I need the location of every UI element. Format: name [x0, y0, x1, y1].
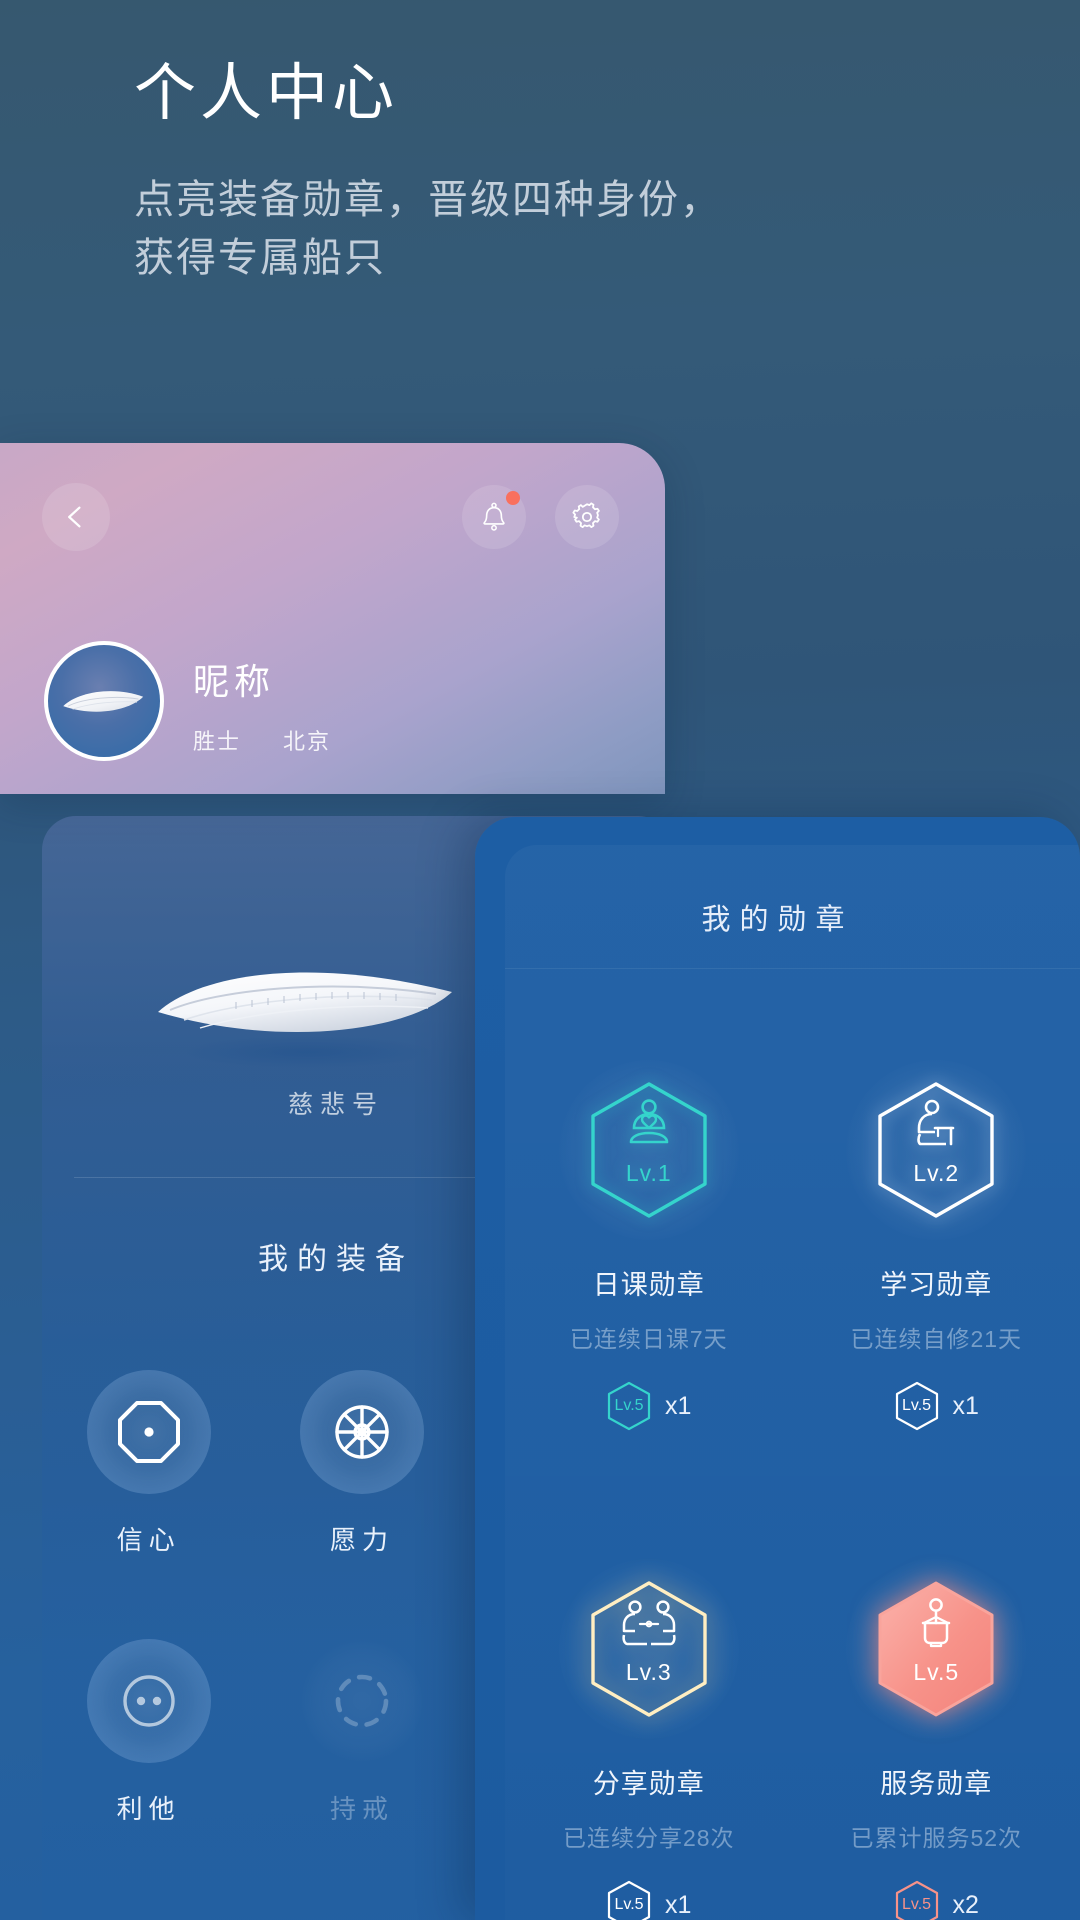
medal-description: 已连续日课7天 — [569, 1326, 728, 1352]
medal-hex: Lv.3 — [585, 1578, 713, 1720]
page-subtitle: 点亮装备勋章，晋级四种身份， 获得专属船只 — [134, 171, 934, 287]
equipment-label: 信心 — [116, 1525, 181, 1555]
equipment-item-precepts[interactable]: 持戒 — [255, 1639, 468, 1826]
subtitle-line-1: 点亮装备勋章，晋级四种身份， — [134, 178, 722, 223]
gear-icon — [572, 502, 600, 529]
dharma-wheel-icon — [335, 1405, 389, 1459]
avatar[interactable] — [44, 641, 164, 761]
medal-count: x1 — [952, 1391, 979, 1420]
medal-item-study[interactable]: Lv.2 学习勋章 已连续自修21天 Lv.5 x1 — [793, 1055, 1080, 1432]
medal-name: 日课勋章 — [592, 1270, 705, 1300]
medal-hex: Lv.1 — [585, 1079, 713, 1221]
medal-count: x1 — [665, 1391, 692, 1420]
medal-item-daily[interactable]: Lv.1 日课勋章 已连续日课7天 Lv.5 x1 — [505, 1055, 793, 1432]
equipment-label: 愿力 — [329, 1525, 394, 1555]
medals-divider — [505, 968, 1080, 969]
notifications-button[interactable] — [462, 485, 526, 549]
equipment-item-altruism[interactable]: 利他 — [42, 1639, 255, 1826]
medals-section-title: 我的勋章 — [701, 904, 854, 936]
hero-block: 个人中心 点亮装备勋章，晋级四种身份， 获得专属船只 — [134, 58, 934, 287]
medal-count: x1 — [665, 1890, 692, 1919]
mini-hexagon-icon: Lv.5 — [606, 1380, 652, 1432]
medal-level: Lv.2 — [913, 1159, 960, 1186]
octagon-dot-icon — [117, 1401, 180, 1463]
equipment-label: 持戒 — [329, 1794, 394, 1824]
mini-hexagon-icon: Lv.5 — [894, 1380, 940, 1432]
notification-badge-dot — [506, 491, 520, 505]
profile-city: 北京 — [283, 729, 332, 754]
medal-hex-wrap: Lv.1 — [554, 1055, 744, 1245]
profile-title-tag: 胜士 — [193, 729, 242, 754]
medal-description: 已累计服务52次 — [850, 1825, 1023, 1851]
medal-reward: Lv.5 x1 — [606, 1879, 691, 1920]
settings-button[interactable] — [555, 485, 619, 549]
equipment-item-vow[interactable]: 愿力 — [255, 1370, 468, 1557]
mini-hex-level: Lv.5 — [614, 1397, 644, 1414]
equipment-icon-wrap — [299, 1639, 424, 1763]
medals-grid: Lv.1 日课勋章 已连续日课7天 Lv.5 x1 Lv.2 学习勋章 已连续自… — [505, 1055, 1080, 1920]
medal-name: 学习勋章 — [880, 1270, 993, 1300]
page-title: 个人中心 — [134, 59, 399, 128]
mini-hex-level: Lv.5 — [614, 1896, 644, 1913]
medal-hex-wrap: Lv.3 — [554, 1554, 744, 1744]
person-desk-icon — [917, 1099, 955, 1145]
medal-level: Lv.1 — [625, 1159, 672, 1186]
medal-reward: Lv.5 x1 — [606, 1380, 691, 1432]
medal-reward: Lv.5 x2 — [894, 1879, 979, 1920]
subtitle-line-2: 获得专属船只 — [134, 236, 386, 281]
page-root: 个人中心 点亮装备勋章，晋级四种身份， 获得专属船只 昵称 胜士 北京 慈悲号 … — [0, 0, 1080, 1920]
medal-level: Lv.5 — [913, 1658, 960, 1685]
mini-hex-level: Lv.5 — [902, 1896, 932, 1913]
dashed-circle-icon — [335, 1674, 389, 1728]
medal-hex-wrap: Lv.2 — [841, 1055, 1031, 1245]
medal-description: 已连续自修21天 — [850, 1326, 1023, 1352]
equipment-icon-wrap — [86, 1370, 211, 1494]
profile-nickname: 昵称 — [193, 661, 276, 702]
bell-icon — [483, 502, 505, 531]
equipment-icon-wrap — [86, 1639, 211, 1763]
boat-icon — [158, 972, 452, 1068]
equipment-label: 利他 — [116, 1794, 181, 1824]
equipment-item-confidence[interactable]: 信心 — [42, 1370, 255, 1557]
two-people-share-icon — [622, 1599, 676, 1645]
mini-hex-level: Lv.5 — [902, 1397, 932, 1414]
medal-name: 服务勋章 — [880, 1769, 993, 1799]
profile-meta: 胜士 北京 — [193, 724, 331, 756]
two-dots-circle-icon — [122, 1675, 175, 1727]
boat-avatar-icon — [63, 691, 144, 712]
meditation-heart-icon — [629, 1098, 669, 1143]
ship-illustration — [130, 930, 480, 1100]
medal-item-service[interactable]: Lv.5 服务勋章 已累计服务52次 Lv.5 x2 — [793, 1554, 1080, 1920]
back-button[interactable] — [42, 483, 110, 551]
medal-level: Lv.3 — [625, 1658, 672, 1685]
equipment-icon-wrap — [299, 1370, 424, 1494]
mini-hexagon-icon: Lv.5 — [606, 1879, 652, 1920]
medal-name: 分享勋章 — [592, 1769, 705, 1799]
medal-item-share[interactable]: Lv.3 分享勋章 已连续分享28次 Lv.5 x1 — [505, 1554, 793, 1920]
chevron-left-icon — [68, 506, 81, 528]
person-offering-icon — [922, 1597, 951, 1647]
medal-description: 已连续分享28次 — [562, 1825, 735, 1851]
medal-reward: Lv.5 x1 — [894, 1380, 979, 1432]
medal-hex: Lv.2 — [872, 1079, 1000, 1221]
medal-count: x2 — [952, 1890, 979, 1919]
mini-hexagon-icon: Lv.5 — [894, 1879, 940, 1920]
medal-hex: Lv.5 — [872, 1578, 1000, 1720]
medal-hex-wrap: Lv.5 — [841, 1554, 1031, 1744]
